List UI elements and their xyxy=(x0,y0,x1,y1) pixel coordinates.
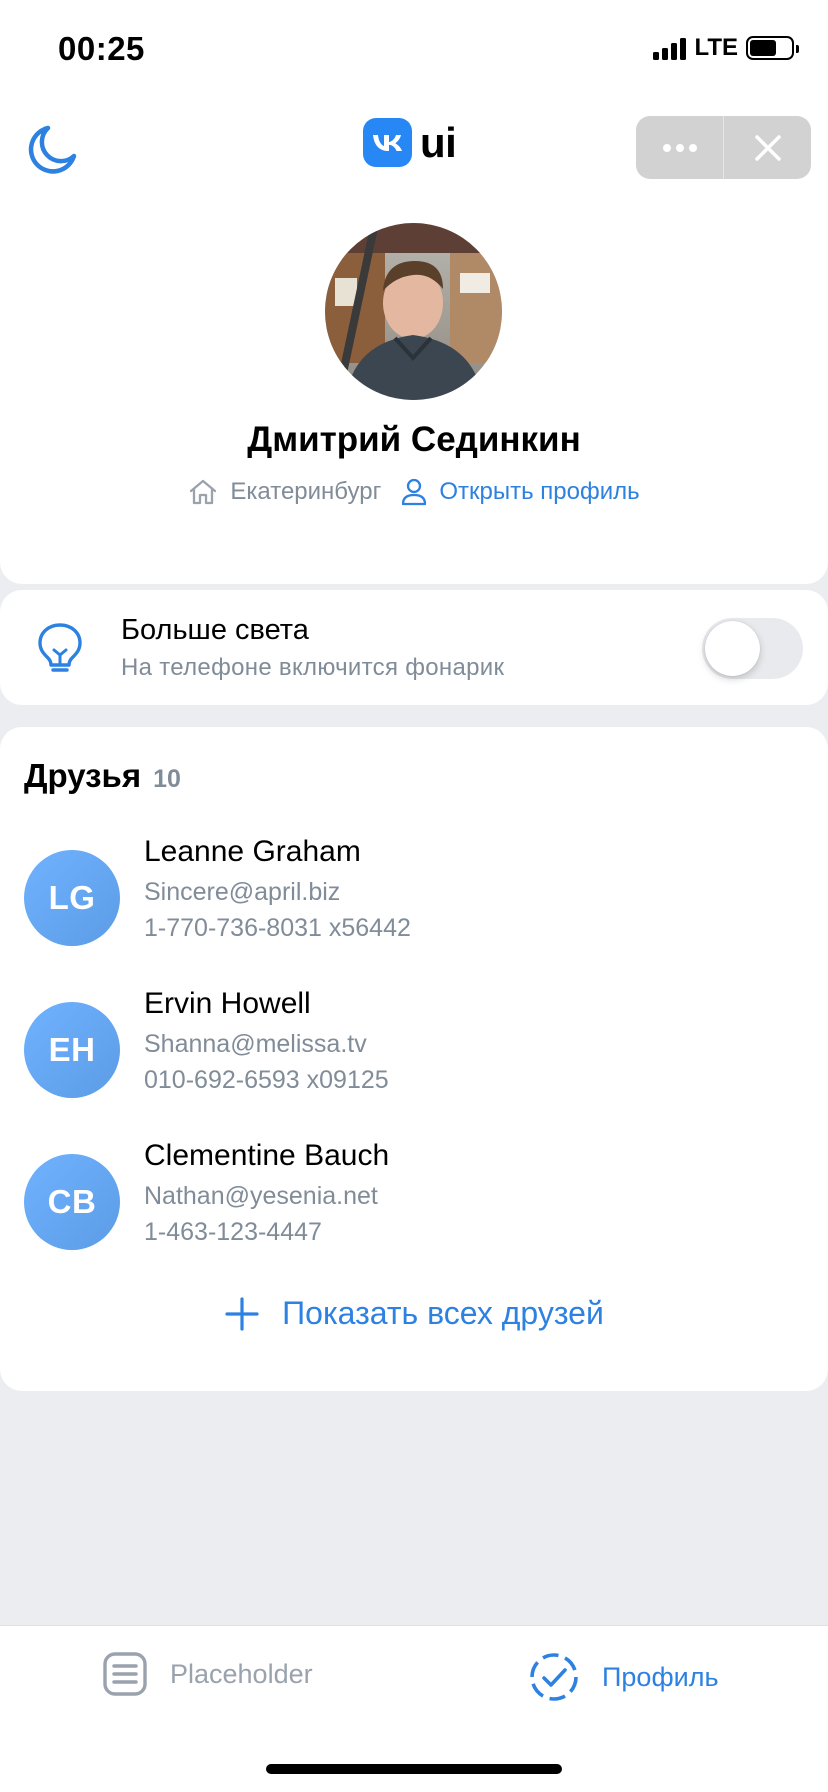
vk-logo-icon xyxy=(363,118,412,167)
friend-name: Ervin Howell xyxy=(144,987,311,1020)
friend-avatar: LG xyxy=(24,850,120,946)
profile-header-card: 00:25 LTE ui Дмитрий Сединкин Екатеринбу… xyxy=(0,0,828,584)
home-indicator[interactable] xyxy=(266,1764,562,1774)
user-icon xyxy=(402,478,427,506)
friend-name: Leanne Graham xyxy=(144,835,361,868)
friend-row[interactable]: CB Clementine Bauch Nathan@yesenia.net 1… xyxy=(0,1139,828,1279)
friend-email: Shanna@melissa.tv xyxy=(144,1030,367,1058)
show-all-label: Показать всех друзей xyxy=(282,1295,604,1331)
friend-phone: 010-692-6593 x09125 xyxy=(144,1066,389,1094)
open-profile-label: Открыть профиль xyxy=(439,478,640,505)
document-icon xyxy=(103,1652,147,1696)
friend-email: Nathan@yesenia.net xyxy=(144,1182,378,1210)
friends-count: 10 xyxy=(153,765,181,793)
lightbulb-icon xyxy=(38,623,82,672)
tab-placeholder[interactable]: Placeholder xyxy=(102,1651,313,1697)
flashlight-toggle[interactable] xyxy=(702,618,803,679)
flashlight-title: Больше света xyxy=(121,614,309,646)
more-icon xyxy=(662,143,697,152)
friends-header: Друзья 10 xyxy=(24,757,181,795)
signal-icon xyxy=(653,36,687,60)
mini-app-controls xyxy=(636,116,811,179)
status-icons: LTE xyxy=(653,34,799,62)
flashlight-subtitle: На телефоне включится фонарик xyxy=(121,654,505,681)
open-profile-link[interactable]: Открыть профиль xyxy=(401,478,640,506)
tab-profile[interactable]: Профиль xyxy=(528,1651,719,1703)
city-label: Екатеринбург xyxy=(230,478,382,505)
profile-meta: Екатеринбург Открыть профиль xyxy=(0,478,828,506)
friend-phone: 1-463-123-4447 xyxy=(144,1218,322,1246)
tab-label: Профиль xyxy=(602,1661,719,1692)
logo-text: ui xyxy=(420,118,457,166)
friend-row[interactable]: LG Leanne Graham Sincere@april.biz 1-770… xyxy=(0,835,828,975)
friends-title: Друзья xyxy=(24,757,142,794)
friend-email: Sincere@april.biz xyxy=(144,878,341,906)
friend-avatar: EH xyxy=(24,1002,120,1098)
home-icon xyxy=(190,479,217,505)
more-button[interactable] xyxy=(636,116,723,179)
friend-row[interactable]: EH Ervin Howell Shanna@melissa.tv 010-69… xyxy=(0,987,828,1127)
friend-phone: 1-770-736-8031 x56442 xyxy=(144,914,411,942)
screen: 00:25 LTE ui Дмитрий Сединкин Екатеринбу… xyxy=(0,0,828,1792)
flashlight-cell[interactable]: Больше света На телефоне включится фонар… xyxy=(0,590,828,705)
friend-name: Clementine Bauch xyxy=(144,1139,390,1172)
profile-avatar[interactable] xyxy=(325,223,502,400)
plus-icon xyxy=(225,1296,259,1331)
check-circle-icon xyxy=(530,1653,578,1701)
show-all-friends-button[interactable]: Показать всех друзей xyxy=(0,1295,828,1332)
close-icon xyxy=(754,134,781,161)
tab-label: Placeholder xyxy=(170,1658,313,1689)
profile-city: Екатеринбург xyxy=(188,478,381,506)
network-label: LTE xyxy=(694,34,738,61)
profile-name: Дмитрий Сединкин xyxy=(247,420,581,459)
toggle-knob xyxy=(705,621,760,676)
status-time: 00:25 xyxy=(58,30,145,67)
moon-icon[interactable] xyxy=(26,122,80,176)
close-button[interactable] xyxy=(724,116,811,179)
friends-card: Друзья 10 LG Leanne Graham Sincere@april… xyxy=(0,727,828,1391)
app-logo: ui xyxy=(363,118,457,167)
friend-avatar: CB xyxy=(24,1154,120,1250)
battery-icon xyxy=(746,36,799,60)
